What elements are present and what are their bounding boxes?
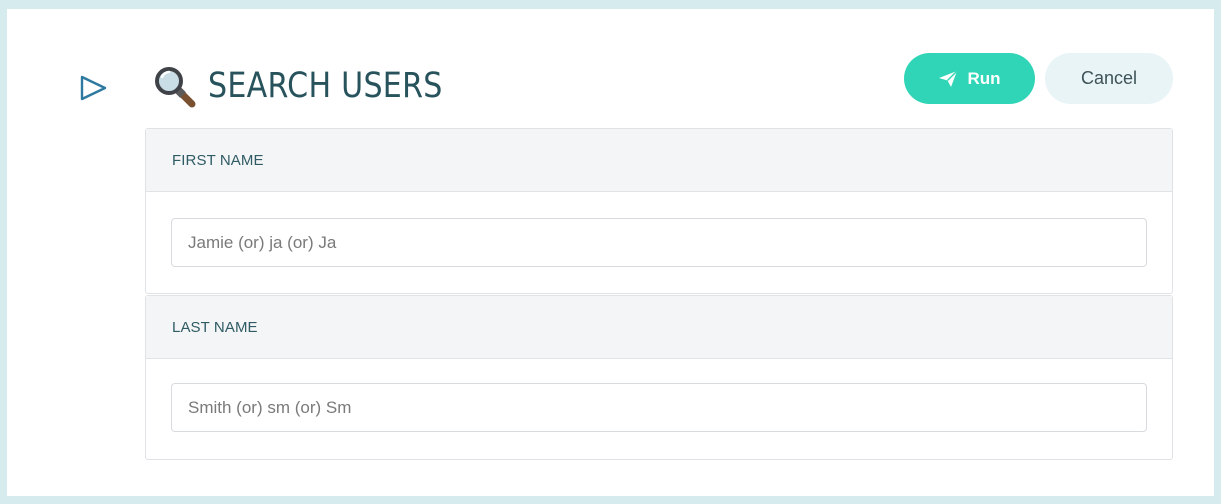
- paper-plane-icon: [939, 70, 958, 87]
- cancel-button[interactable]: Cancel: [1045, 53, 1173, 104]
- magnifying-glass-icon: [155, 67, 196, 108]
- last-name-section: LAST NAME: [145, 295, 1173, 460]
- search-users-panel: SEARCH USERS Run Cancel FIRST NAME LAST …: [7, 9, 1214, 496]
- run-label: Run: [967, 68, 1001, 88]
- play-outline-icon[interactable]: [79, 75, 109, 101]
- first-name-section: FIRST NAME: [145, 128, 1173, 294]
- page-title: SEARCH USERS: [208, 66, 443, 106]
- last-name-input[interactable]: [171, 383, 1147, 432]
- run-button[interactable]: Run: [904, 53, 1035, 104]
- first-name-input[interactable]: [171, 218, 1147, 267]
- last-name-label: LAST NAME: [146, 296, 1172, 359]
- first-name-label: FIRST NAME: [146, 129, 1172, 192]
